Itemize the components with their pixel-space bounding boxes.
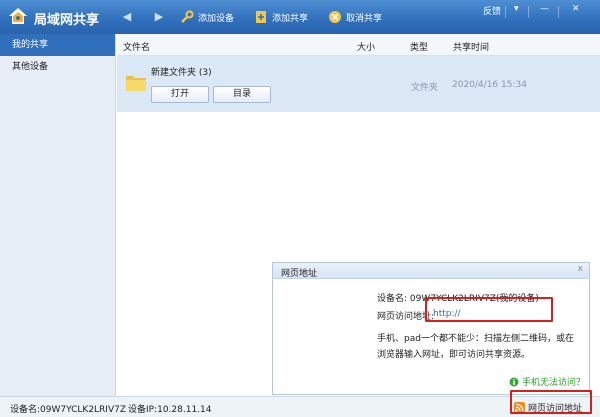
feedback-button[interactable]: 反馈 xyxy=(483,4,501,17)
web-address-popup: 网页地址 x 设备名: 09W7YCLK2LRIV7Z(我的设备) 网页访问地址… xyxy=(272,262,590,395)
directory-button[interactable]: 目录 xyxy=(213,86,271,103)
divider xyxy=(558,6,559,18)
tip-line-2: 浏览器输入网址，即可访问共享资源。 xyxy=(377,350,531,360)
folder-icon xyxy=(126,76,146,91)
popup-title: 网页地址 xyxy=(281,269,318,279)
table-header: 文件名 大小 类型 共享时间 xyxy=(117,34,600,56)
minimize-button[interactable]: — xyxy=(540,4,549,14)
column-time[interactable]: 共享时间 xyxy=(453,40,489,53)
add-share-icon xyxy=(256,11,266,23)
column-name[interactable]: 文件名 xyxy=(123,40,150,53)
sidebar: 我的共享 其他设备 xyxy=(0,34,116,396)
cancel-share-icon xyxy=(329,11,341,23)
cancel-share-button[interactable]: 取消共享 xyxy=(328,8,382,26)
app-title: 局域网共享 xyxy=(34,13,100,28)
close-button[interactable]: ✕ xyxy=(572,4,580,14)
file-type: 文件夹 xyxy=(411,83,439,93)
wrench-icon xyxy=(181,10,194,23)
close-icon[interactable]: x xyxy=(578,264,583,274)
info-icon xyxy=(509,377,519,386)
web-address-highlight-box xyxy=(510,390,592,414)
status-device: 设备名:09W7YCLK2LRIV7Z xyxy=(10,405,127,415)
add-device-label: 添加设备 xyxy=(198,13,235,24)
help-label: 手机无法访问？ xyxy=(522,378,586,388)
help-link[interactable]: 手机无法访问？ xyxy=(509,375,585,388)
title-bar: 局域网共享 ◀ ▶ 添加设备 添加共享 取消共享 反馈 ▾ — ✕ xyxy=(0,0,600,34)
house-share-icon xyxy=(9,8,27,24)
add-device-button[interactable]: 添加设备 xyxy=(180,8,234,26)
column-size[interactable]: 大小 xyxy=(357,40,375,53)
url-highlight-box xyxy=(425,297,553,322)
status-ip: 设备IP:10.28.11.14 xyxy=(128,405,212,415)
add-share-label: 添加共享 xyxy=(272,13,309,24)
file-name: 新建文件夹 (3) xyxy=(151,68,212,78)
divider xyxy=(528,6,529,18)
file-share-time: 2020/4/16 15:34 xyxy=(452,80,527,90)
forward-arrow-icon[interactable]: ▶ xyxy=(152,10,166,24)
column-type[interactable]: 类型 xyxy=(410,40,428,53)
menu-button[interactable]: ▾ xyxy=(514,4,519,14)
sidebar-item-other-devices[interactable]: 其他设备 xyxy=(0,56,115,78)
table-row[interactable]: 新建文件夹 (3) 打开 目录 文件夹 2020/4/16 15:34 xyxy=(117,56,600,112)
cancel-share-label: 取消共享 xyxy=(346,13,383,24)
divider xyxy=(505,6,506,18)
tip-line-1: 手机、pad一个都不能少：扫描左侧二维码，或在 xyxy=(377,334,574,344)
open-button[interactable]: 打开 xyxy=(151,86,209,103)
popup-header: 网页地址 x xyxy=(273,263,589,279)
back-arrow-icon[interactable]: ◀ xyxy=(120,10,134,24)
sidebar-item-my-share[interactable]: 我的共享 xyxy=(0,34,115,56)
add-share-button[interactable]: 添加共享 xyxy=(254,8,308,26)
